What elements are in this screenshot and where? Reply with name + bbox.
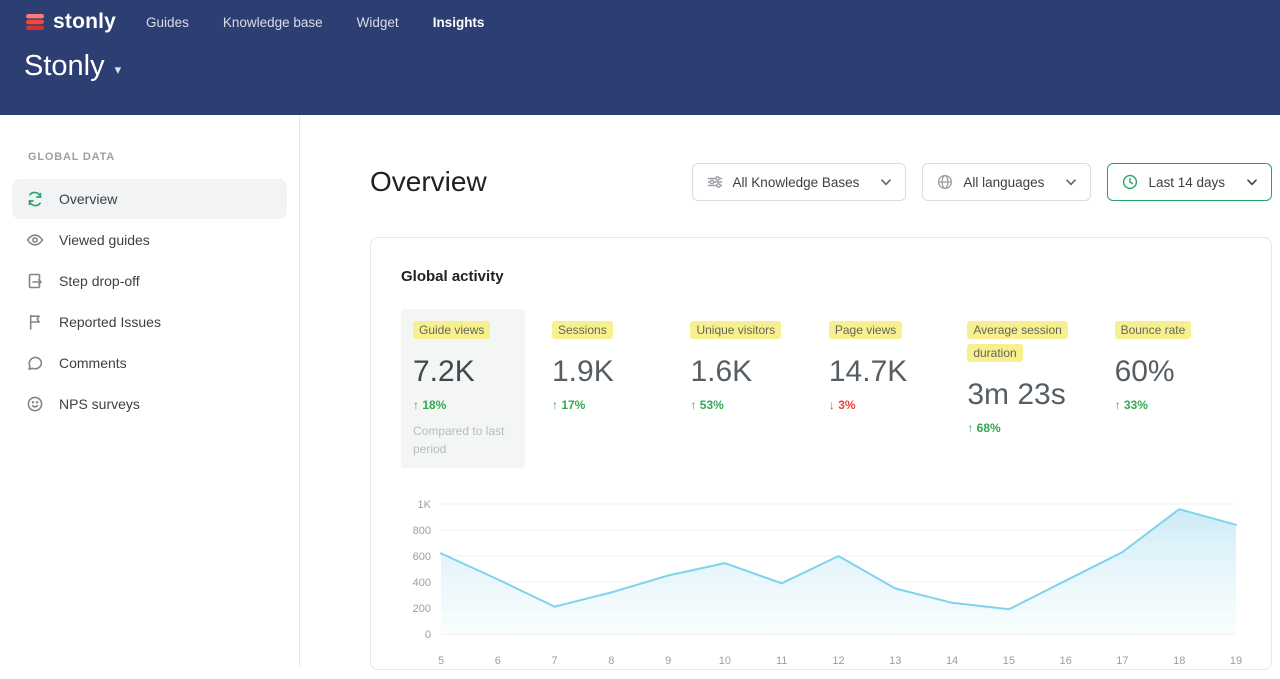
metrics-row: Guide views 7.2K ↑ 18% Compared to last … — [401, 309, 1241, 468]
svg-text:14: 14 — [946, 655, 958, 667]
sidebar-item-nps-surveys[interactable]: NPS surveys — [12, 384, 287, 424]
comment-icon — [26, 354, 44, 372]
clock-icon — [1122, 174, 1138, 190]
sidebar-section-title: GLOBAL DATA — [0, 151, 299, 163]
metric-note: Compared to last period — [413, 422, 515, 458]
nav-item-guides[interactable]: Guides — [146, 11, 189, 34]
svg-text:19: 19 — [1230, 655, 1242, 667]
metric-bounce-rate[interactable]: Bounce rate 60% ↑ 33% — [1103, 309, 1241, 422]
metric-change: ↓ 3% — [829, 398, 945, 412]
metric-change: ↑ 18% — [413, 398, 515, 412]
metric-guide-views[interactable]: Guide views 7.2K ↑ 18% Compared to last … — [401, 309, 525, 468]
workspace-title[interactable]: Stonly — [24, 50, 105, 83]
metric-value: 14.7K — [829, 355, 945, 389]
metric-label: Page views — [829, 321, 902, 339]
workspace-caret-icon[interactable]: ▾ — [115, 62, 122, 78]
metric-label: Average session duration — [967, 321, 1068, 362]
card-title: Global activity — [401, 268, 1241, 285]
svg-text:11: 11 — [776, 655, 787, 667]
svg-text:12: 12 — [832, 655, 844, 667]
sidebar-item-step-drop-off[interactable]: Step drop-off — [12, 261, 287, 301]
svg-text:16: 16 — [1060, 655, 1072, 667]
metric-change: ↑ 17% — [552, 398, 668, 412]
globe-icon — [937, 174, 953, 190]
sliders-icon — [707, 174, 723, 190]
svg-text:10: 10 — [719, 655, 731, 667]
chevron-down-icon — [1247, 179, 1257, 186]
sidebar-item-label: Reported Issues — [59, 314, 161, 330]
metric-label: Sessions — [552, 321, 613, 339]
top-nav-items: Guides Knowledge base Widget Insights — [146, 11, 484, 34]
date-range-dropdown[interactable]: Last 14 days — [1107, 163, 1272, 201]
svg-text:13: 13 — [889, 655, 901, 667]
sidebar-item-overview[interactable]: Overview — [12, 179, 287, 219]
nav-item-knowledge-base[interactable]: Knowledge base — [223, 11, 323, 34]
dropdown-value: All Knowledge Bases — [733, 175, 860, 190]
svg-text:18: 18 — [1173, 655, 1185, 667]
metric-value: 60% — [1115, 355, 1231, 389]
activity-chart-svg: 0 200 400 600 800 1K 5 6 7 8 9 10 11 12 13 14 15 16 17 18 19 — [401, 494, 1243, 674]
svg-text:0: 0 — [425, 629, 431, 641]
metric-avg-session-duration[interactable]: Average session duration 3m 23s ↑ 68% — [955, 309, 1102, 445]
sidebar-item-label: NPS surveys — [59, 396, 140, 412]
step-drop-off-icon — [26, 272, 44, 290]
sidebar-item-label: Viewed guides — [59, 232, 150, 248]
filter-bar: All Knowledge Bases All languages — [692, 163, 1272, 201]
metric-value: 7.2K — [413, 355, 515, 389]
metric-change: ↑ 68% — [967, 421, 1092, 435]
top-navigation: stonly Guides Knowledge base Widget Insi… — [0, 0, 1280, 34]
sidebar-item-viewed-guides[interactable]: Viewed guides — [12, 220, 287, 260]
app-header: stonly Guides Knowledge base Widget Insi… — [0, 0, 1280, 115]
sidebar-item-label: Step drop-off — [59, 273, 140, 289]
workspace-selector[interactable]: Stonly ▾ — [0, 34, 1280, 83]
metric-value: 1.9K — [552, 355, 668, 389]
svg-text:17: 17 — [1116, 655, 1128, 667]
metric-change: ↑ 53% — [690, 398, 806, 412]
nav-item-insights[interactable]: Insights — [433, 11, 485, 34]
svg-text:5: 5 — [438, 655, 444, 667]
sidebar-item-reported-issues[interactable]: Reported Issues — [12, 302, 287, 342]
stonly-logo[interactable]: stonly — [24, 10, 116, 34]
svg-text:15: 15 — [1003, 655, 1015, 667]
sidebar-item-label: Overview — [59, 191, 117, 207]
nav-item-widget[interactable]: Widget — [357, 11, 399, 34]
metric-label: Bounce rate — [1115, 321, 1192, 339]
chevron-down-icon — [881, 179, 891, 186]
languages-dropdown[interactable]: All languages — [922, 163, 1091, 201]
dropdown-value: All languages — [963, 175, 1044, 190]
metric-value: 3m 23s — [967, 378, 1092, 412]
svg-text:1K: 1K — [418, 499, 432, 511]
metric-label: Guide views — [413, 321, 490, 339]
knowledge-bases-dropdown[interactable]: All Knowledge Bases — [692, 163, 907, 201]
flag-icon — [26, 313, 44, 331]
sidebar: GLOBAL DATA Overview Viewed guides — [0, 115, 300, 667]
svg-text:9: 9 — [665, 655, 671, 667]
svg-text:200: 200 — [413, 603, 431, 615]
sidebar-item-comments[interactable]: Comments — [12, 343, 287, 383]
svg-text:8: 8 — [608, 655, 614, 667]
stonly-logo-icon — [24, 11, 46, 33]
global-activity-card: Global activity Guide views 7.2K ↑ 18% C… — [370, 237, 1272, 670]
dropdown-value: Last 14 days — [1148, 175, 1225, 190]
main-content: Overview All Knowledge Bases — [301, 115, 1280, 667]
metric-sessions[interactable]: Sessions 1.9K ↑ 17% — [540, 309, 678, 422]
activity-chart: 0 200 400 600 800 1K 5 6 7 8 9 10 11 12 13 14 15 16 17 18 19 — [401, 494, 1241, 679]
metric-change: ↑ 33% — [1115, 398, 1231, 412]
metric-unique-visitors[interactable]: Unique visitors 1.6K ↑ 53% — [678, 309, 816, 422]
svg-text:7: 7 — [552, 655, 558, 667]
sidebar-item-label: Comments — [59, 355, 127, 371]
svg-text:400: 400 — [413, 577, 431, 589]
metric-label: Unique visitors — [690, 321, 781, 339]
chevron-down-icon — [1066, 179, 1076, 186]
svg-text:800: 800 — [413, 525, 431, 537]
svg-text:6: 6 — [495, 655, 501, 667]
svg-text:600: 600 — [413, 551, 431, 563]
smiley-icon — [26, 395, 44, 413]
eye-icon — [26, 231, 44, 249]
page-title: Overview — [370, 166, 487, 198]
brand-name: stonly — [53, 10, 116, 34]
refresh-icon — [26, 190, 44, 208]
metric-value: 1.6K — [690, 355, 806, 389]
metric-page-views[interactable]: Page views 14.7K ↓ 3% — [817, 309, 955, 422]
